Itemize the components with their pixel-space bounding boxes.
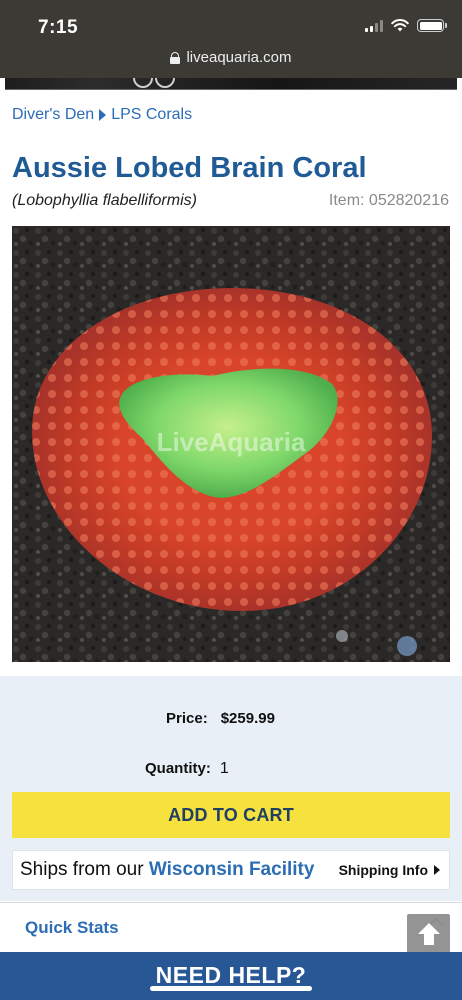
section-divider xyxy=(0,902,462,903)
product-photo[interactable]: LiveAquaria xyxy=(12,226,450,662)
shipping-info-link[interactable]: Shipping Info xyxy=(339,862,440,878)
lock-icon xyxy=(170,51,181,64)
product-page: 7:15 liveaquaria.com Diver's Den LPS Cor… xyxy=(0,0,462,1000)
chevron-right-icon xyxy=(434,865,440,875)
browser-status-bar: 7:15 liveaquaria.com xyxy=(0,0,462,78)
scientific-name: (Lobophyllia flabelliformis) xyxy=(12,192,197,209)
cellular-signal-icon xyxy=(365,19,383,32)
breadcrumb-divers-den[interactable]: Diver's Den xyxy=(12,106,94,124)
status-time: 7:15 xyxy=(38,17,79,38)
wifi-icon xyxy=(391,19,409,32)
shipping-banner: Ships from our Wisconsin Facility Shippi… xyxy=(12,850,450,890)
item-number: Item: 052820216 xyxy=(328,192,449,209)
need-help-label: NEED HELP? xyxy=(155,962,307,988)
home-indicator[interactable] xyxy=(150,986,312,991)
url-text: liveaquaria.com xyxy=(186,49,292,66)
price-label: Price: xyxy=(166,710,208,727)
add-to-cart-button[interactable]: ADD TO CART xyxy=(12,792,450,838)
status-icons xyxy=(365,19,447,32)
quantity-label: Quantity: xyxy=(145,760,211,777)
breadcrumb-arrow-icon xyxy=(99,109,107,121)
price-value: $259.99 xyxy=(220,710,275,727)
ships-prefix: Ships from our xyxy=(20,859,149,880)
need-help-bar[interactable]: NEED HELP? xyxy=(0,952,462,1000)
ships-facility: Wisconsin Facility xyxy=(148,859,315,880)
shipping-info-label: Shipping Info xyxy=(338,862,428,878)
quantity-value[interactable]: 1 xyxy=(220,760,229,778)
price-row: Price: $259.99 xyxy=(166,710,275,727)
arrow-up-icon xyxy=(418,923,440,934)
ships-from-text: Ships from our Wisconsin Facility xyxy=(20,859,314,881)
battery-icon xyxy=(417,19,447,32)
quantity-row: Quantity: 1 xyxy=(145,760,229,778)
breadcrumb: Diver's Den LPS Corals xyxy=(12,106,192,124)
scroll-to-top-button[interactable] xyxy=(407,914,450,956)
site-banner[interactable] xyxy=(5,78,457,90)
breadcrumb-lps-corals[interactable]: LPS Corals xyxy=(111,106,192,124)
product-title: Aussie Lobed Brain Coral xyxy=(12,152,367,184)
address-bar[interactable]: liveaquaria.com xyxy=(0,49,462,66)
quick-stats-toggle[interactable]: Quick Stats xyxy=(25,918,119,938)
image-watermark: LiveAquaria xyxy=(157,427,306,457)
